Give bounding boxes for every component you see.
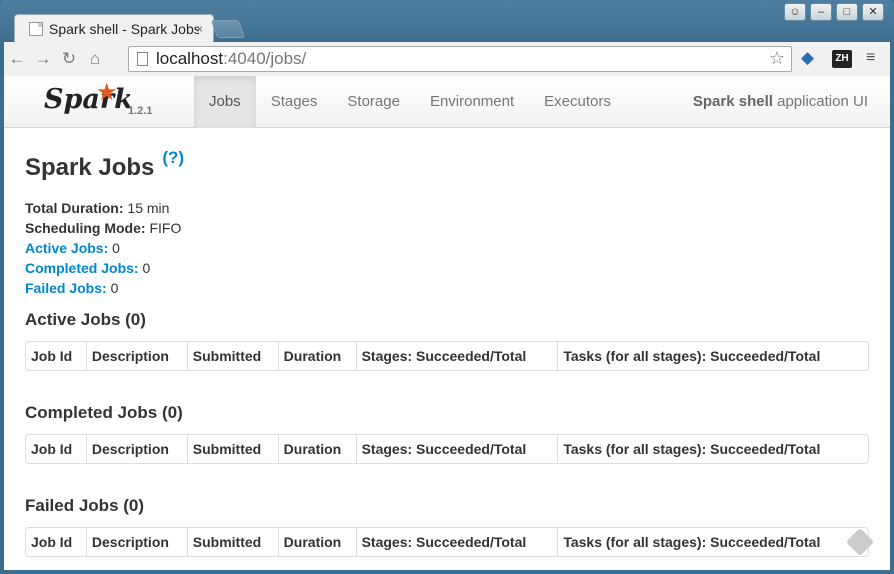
forward-icon[interactable]: → (30, 49, 56, 69)
column-header[interactable]: Stages: Succeeded/Total (355, 342, 558, 370)
help-link[interactable]: (?) (162, 148, 184, 168)
total-duration-label: Total Duration: (25, 200, 124, 216)
column-header[interactable]: Submitted (186, 342, 278, 370)
tab-strip: Spark shell - Spark Jobs × ☺ – □ ✕ (0, 0, 894, 42)
maximize-icon[interactable]: □ (836, 3, 858, 21)
reload-icon[interactable]: ↻ (56, 49, 82, 69)
column-header[interactable]: Stages: Succeeded/Total (355, 435, 558, 463)
address-bar[interactable]: localhost:4040/jobs/ ☆ (128, 46, 792, 72)
tab-jobs[interactable]: Jobs (194, 76, 256, 128)
job-sections: Active Jobs (0) Job Id Description Submitte… (25, 310, 869, 557)
minimize-icon[interactable]: – (810, 3, 832, 21)
url-host: localhost (156, 49, 224, 68)
page-content: Spark Jobs (?) Total Duration: 15 min Sc… (4, 148, 890, 557)
scheduling-mode-value: FIFO (145, 220, 182, 236)
tab-close-icon[interactable]: × (196, 22, 203, 36)
completed-jobs-heading: Completed Jobs (0) (25, 403, 183, 422)
column-header[interactable]: Job Id (26, 342, 86, 370)
browser-window: Spark shell - Spark Jobs × ☺ – □ ✕ ← → ↻… (0, 0, 894, 574)
column-header[interactable]: Tasks (for all stages): Succeeded/Total (557, 435, 868, 463)
tab-stages[interactable]: Stages (256, 76, 333, 128)
tab-storage[interactable]: Storage (332, 76, 415, 128)
version-label: 1.2.1 (128, 105, 153, 117)
active-jobs-link[interactable]: Active Jobs: (25, 240, 108, 256)
close-window-icon[interactable]: ✕ (862, 3, 884, 21)
app-name: Spark shell application UI (693, 76, 868, 128)
completed-jobs-value: 0 (138, 260, 151, 276)
column-header[interactable]: Description (85, 435, 187, 463)
active-jobs-value: 0 (108, 240, 120, 256)
column-header[interactable]: Submitted (186, 435, 278, 463)
column-header[interactable]: Duration (277, 528, 356, 556)
total-duration-value: 15 min (123, 200, 170, 216)
browser-tab[interactable]: Spark shell - Spark Jobs × (14, 14, 214, 42)
failed-jobs-link[interactable]: Failed Jobs: (25, 280, 107, 296)
table-header-row: Job Id Description Submitted Duration Stages… (26, 528, 868, 556)
home-icon[interactable]: ⌂ (82, 49, 108, 69)
spark-star-icon: ★ (96, 79, 118, 106)
column-header[interactable]: Stages: Succeeded/Total (355, 528, 558, 556)
column-header[interactable]: Tasks (for all stages): Succeeded/Total (557, 342, 868, 370)
extension-zh-button[interactable]: ZH (832, 50, 852, 68)
menu-icon[interactable]: ≡ (866, 49, 875, 67)
column-header[interactable]: Duration (277, 342, 356, 370)
url-path: :4040/jobs/ (223, 49, 307, 68)
failed-jobs-heading: Failed Jobs (0) (25, 496, 145, 515)
column-header[interactable]: Job Id (26, 528, 86, 556)
table-header-row: Job Id Description Submitted Duration Stages… (26, 435, 868, 463)
app-name-rest: application UI (772, 93, 868, 110)
star-icon[interactable]: ☆ (769, 48, 785, 69)
app-name-bold: Spark shell (692, 93, 773, 110)
window-controls: ☺ – □ ✕ (784, 3, 884, 21)
browser-toolbar: ← → ↻ ⌂ localhost:4040/jobs/ ☆ ◆ ZH ≡ (4, 42, 890, 76)
page-title-row: Spark Jobs (?) (25, 148, 869, 182)
completed-jobs-table: Job Id Description Submitted Duration Stages… (25, 434, 869, 464)
active-jobs-heading: Active Jobs (0) (25, 310, 146, 329)
new-tab-button[interactable] (210, 20, 246, 38)
failed-jobs-table: Job Id Description Submitted Duration Stages… (25, 527, 869, 557)
column-header[interactable]: Submitted (186, 528, 278, 556)
back-icon[interactable]: ← (4, 49, 30, 69)
table-header-row: Job Id Description Submitted Duration Stages… (26, 342, 868, 370)
page-viewport: Spark ★ 1.2.1 Jobs Stages Storage Enviro… (4, 76, 890, 570)
tab-executors[interactable]: Executors (529, 76, 626, 128)
column-header[interactable]: Description (85, 528, 187, 556)
brand-name: Spark (44, 84, 133, 115)
column-header[interactable]: Description (85, 342, 187, 370)
column-header[interactable]: Job Id (26, 435, 86, 463)
gem-icon[interactable]: ◆ (801, 48, 814, 68)
spark-logo[interactable]: Spark ★ 1.2.1 (44, 78, 164, 126)
user-icon[interactable]: ☺ (784, 3, 806, 21)
failed-jobs-value: 0 (106, 280, 119, 296)
active-jobs-table: Job Id Description Submitted Duration Stages… (25, 341, 869, 371)
column-header[interactable]: Tasks (for all stages): Succeeded/Total (557, 528, 868, 556)
jobs-summary: Total Duration: 15 min Scheduling Mode: … (25, 198, 869, 298)
tab-title: Spark shell - Spark Jobs (49, 20, 199, 37)
page-title: Spark Jobs (25, 154, 155, 181)
completed-jobs-link[interactable]: Completed Jobs: (25, 260, 139, 276)
scheduling-mode-label: Scheduling Mode: (25, 220, 146, 236)
page-icon (137, 52, 148, 66)
tab-environment[interactable]: Environment (415, 76, 529, 128)
nav-tabs: Jobs Stages Storage Environment Executor… (194, 76, 626, 128)
spark-navbar: Spark ★ 1.2.1 Jobs Stages Storage Enviro… (4, 76, 890, 128)
page-favicon-icon (29, 21, 43, 36)
column-header[interactable]: Duration (277, 435, 356, 463)
